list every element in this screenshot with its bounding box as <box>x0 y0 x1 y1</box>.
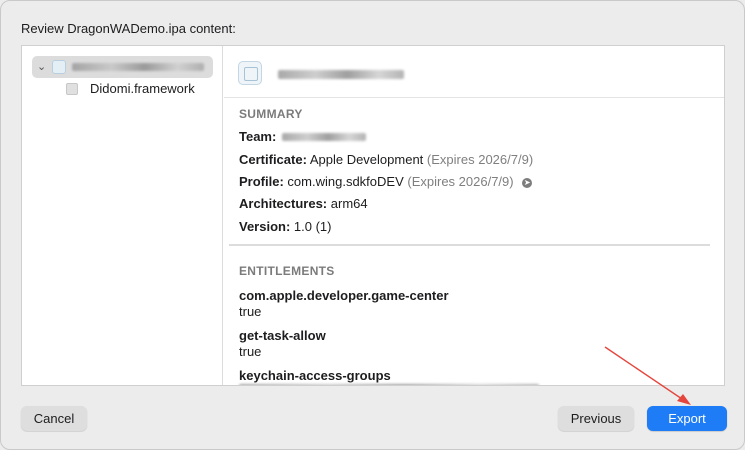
redacted-app-title <box>278 70 404 79</box>
entitlement-key: com.apple.developer.game-center <box>239 288 449 303</box>
version-row: Version: 1.0 (1) <box>239 219 332 234</box>
redacted-entitlement-value <box>239 384 539 385</box>
certificate-value: Apple Development <box>309 152 424 167</box>
section-divider <box>229 244 710 246</box>
tree-item-framework[interactable]: Didomi.framework <box>66 80 216 98</box>
entitlement-key: get-task-allow <box>239 328 326 343</box>
arrow-right-circle-icon[interactable]: ➤ <box>522 178 533 188</box>
team-row: Team: <box>239 129 276 144</box>
certificate-label: Certificate: <box>239 152 307 167</box>
entitlement-value: true <box>239 304 262 319</box>
team-label: Team: <box>239 129 277 144</box>
review-dialog: Review DragonWADemo.ipa content: ⌄ Didom… <box>0 0 745 450</box>
profile-row: Profile: com.wing.sdkfoDEV (Expires 2026… <box>239 174 533 189</box>
detail-header <box>224 46 724 98</box>
dialog-prompt: Review DragonWADemo.ipa content: <box>21 21 236 36</box>
entitlements-title: ENTITLEMENTS <box>239 264 335 278</box>
profile-value: com.wing.sdkfoDEV <box>287 174 404 189</box>
detail-pane: SUMMARY Team: Certificate: Apple Develop… <box>224 46 724 385</box>
certificate-expiry: (Expires 2026/7/9) <box>426 152 534 167</box>
profile-label: Profile: <box>239 174 284 189</box>
summary-title: SUMMARY <box>239 107 303 121</box>
version-label: Version: <box>239 219 291 234</box>
app-icon <box>52 60 66 74</box>
profile-expiry: (Expires 2026/7/9) <box>407 174 514 189</box>
content-tree: ⌄ Didomi.framework <box>22 46 223 385</box>
content-panel: ⌄ Didomi.framework SUMMARY Team: Certifi… <box>21 45 725 386</box>
cancel-button[interactable]: Cancel <box>21 406 87 431</box>
architectures-label: Architectures: <box>239 196 328 211</box>
version-value: 1.0 (1) <box>293 219 332 234</box>
entitlement-value: true <box>239 344 262 359</box>
framework-icon <box>66 83 78 95</box>
architectures-row: Architectures: arm64 <box>239 196 368 211</box>
redacted-app-name <box>72 63 204 71</box>
annotation-arrow-icon <box>604 346 691 405</box>
app-icon <box>238 61 262 85</box>
architectures-value: arm64 <box>330 196 368 211</box>
entitlement-key: keychain-access-groups <box>239 368 391 383</box>
tree-item-app[interactable]: ⌄ <box>32 56 213 78</box>
certificate-row: Certificate: Apple Development (Expires … <box>239 152 533 167</box>
tree-item-label: Didomi.framework <box>90 81 195 96</box>
redacted-team <box>282 133 366 141</box>
chevron-down-icon[interactable]: ⌄ <box>37 60 46 73</box>
